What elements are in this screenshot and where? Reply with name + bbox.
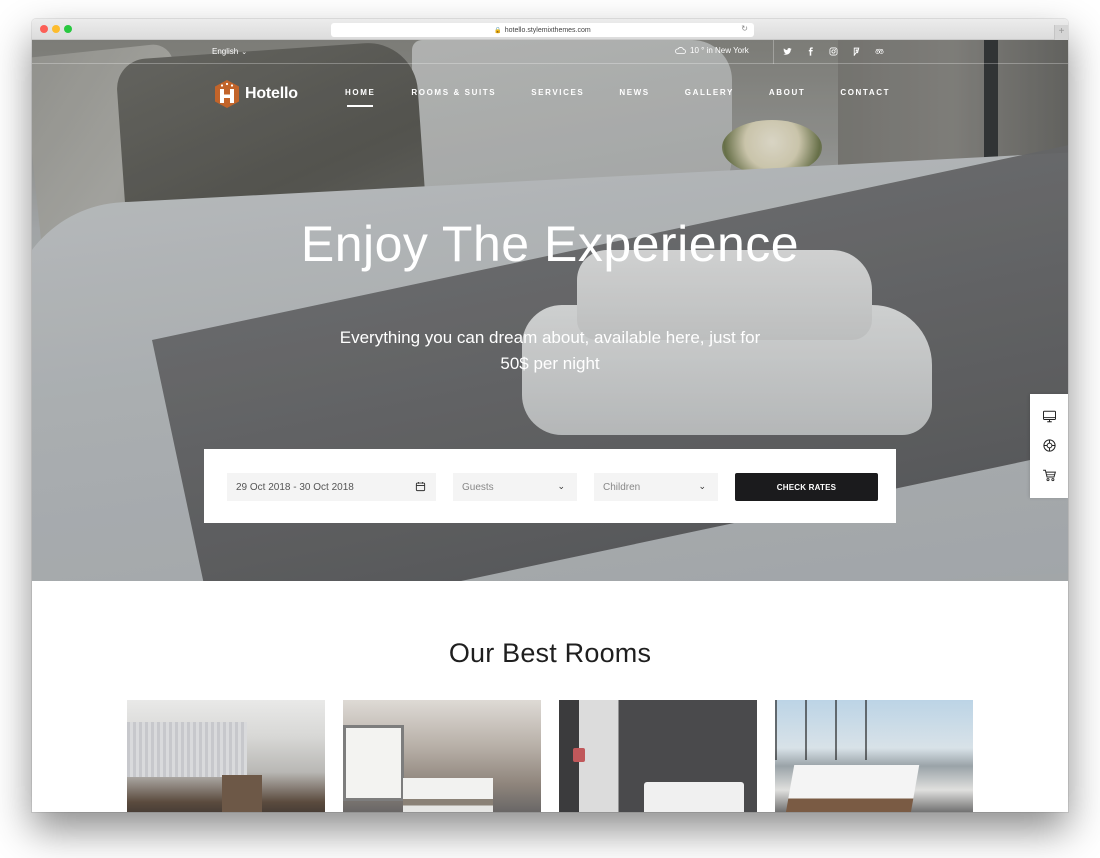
cloud-icon bbox=[675, 47, 686, 54]
social-links bbox=[782, 45, 885, 57]
chevron-down-icon: ⌄ bbox=[698, 481, 706, 491]
lock-icon: 🔒 bbox=[494, 27, 502, 34]
zoom-window-button[interactable] bbox=[64, 25, 72, 33]
nav-item-rooms-suits[interactable]: ROOMS & SUITS bbox=[411, 88, 496, 97]
rooms-grid bbox=[127, 700, 973, 812]
date-range-input[interactable]: 29 Oct 2018 - 30 Oct 2018 bbox=[227, 473, 436, 501]
children-placeholder: Children bbox=[603, 481, 641, 493]
chevron-down-icon: ⌄ bbox=[557, 481, 565, 491]
calendar-icon[interactable] bbox=[415, 481, 426, 492]
close-window-button[interactable] bbox=[40, 25, 48, 33]
nav-item-home[interactable]: HOME bbox=[345, 88, 375, 107]
room-card-image[interactable] bbox=[775, 700, 973, 812]
browser-window: 🔒 hotello.stylemixthemes.com ↻ + English… bbox=[32, 19, 1068, 812]
tripadvisor-icon[interactable] bbox=[874, 45, 885, 57]
hero-section: English ⌄ 10 ° in New York Hotello HOME … bbox=[32, 40, 1068, 581]
minimize-window-button[interactable] bbox=[52, 25, 60, 33]
room-card-image[interactable] bbox=[343, 700, 541, 812]
twitter-icon[interactable] bbox=[782, 45, 793, 57]
booking-form: 29 Oct 2018 - 30 Oct 2018 Guests ⌄ Child… bbox=[204, 449, 896, 523]
date-range-value: 29 Oct 2018 - 30 Oct 2018 bbox=[236, 481, 354, 493]
divider bbox=[773, 40, 774, 64]
nav-item-news[interactable]: NEWS bbox=[619, 88, 649, 97]
address-bar[interactable]: 🔒 hotello.stylemixthemes.com ↻ bbox=[331, 23, 754, 37]
new-tab-button[interactable]: + bbox=[1054, 25, 1068, 40]
check-rates-button[interactable]: CHECK RATES bbox=[735, 473, 878, 501]
hotel-logo-icon bbox=[215, 80, 239, 108]
guests-select[interactable]: Guests ⌄ bbox=[453, 473, 577, 501]
instagram-icon[interactable] bbox=[828, 45, 839, 57]
chevron-down-icon: ⌄ bbox=[241, 48, 248, 56]
foursquare-icon[interactable] bbox=[851, 45, 862, 57]
hero-subtitle: Everything you can dream about, availabl… bbox=[339, 328, 761, 373]
guests-placeholder: Guests bbox=[462, 481, 494, 493]
nav-item-contact[interactable]: CONTACT bbox=[840, 88, 890, 97]
hero-title: Enjoy The Experience bbox=[300, 216, 800, 272]
site-logo[interactable]: Hotello bbox=[213, 79, 298, 109]
cart-icon[interactable] bbox=[1042, 468, 1057, 483]
side-toolbar bbox=[1030, 394, 1068, 498]
nav-item-services[interactable]: SERVICES bbox=[531, 88, 584, 97]
children-select[interactable]: Children ⌄ bbox=[594, 473, 718, 501]
main-nav: HOME ROOMS & SUITS SERVICES NEWS GALLERY… bbox=[345, 88, 890, 107]
monitor-icon[interactable] bbox=[1042, 409, 1057, 424]
lifebuoy-icon[interactable] bbox=[1042, 438, 1057, 453]
top-bar: English ⌄ 10 ° in New York bbox=[32, 40, 1068, 64]
nav-item-gallery[interactable]: GALLERY bbox=[685, 88, 734, 97]
best-rooms-section: Our Best Rooms bbox=[32, 581, 1068, 812]
language-selector[interactable]: English ⌄ bbox=[212, 47, 247, 56]
browser-titlebar: 🔒 hotello.stylemixthemes.com ↻ + bbox=[32, 19, 1068, 40]
room-card-image[interactable] bbox=[127, 700, 325, 812]
section-title: Our Best Rooms bbox=[448, 638, 652, 668]
weather-text: 10 ° in New York bbox=[690, 46, 749, 55]
url-text: hotello.stylemixthemes.com bbox=[504, 26, 591, 34]
facebook-icon[interactable] bbox=[805, 45, 816, 57]
language-label: English bbox=[212, 47, 239, 56]
room-card-image[interactable] bbox=[559, 700, 757, 812]
brand-name: Hotello bbox=[245, 85, 298, 102]
weather-widget: 10 ° in New York bbox=[675, 46, 749, 55]
reload-icon[interactable]: ↻ bbox=[741, 24, 748, 33]
nav-item-about[interactable]: ABOUT bbox=[769, 88, 805, 97]
